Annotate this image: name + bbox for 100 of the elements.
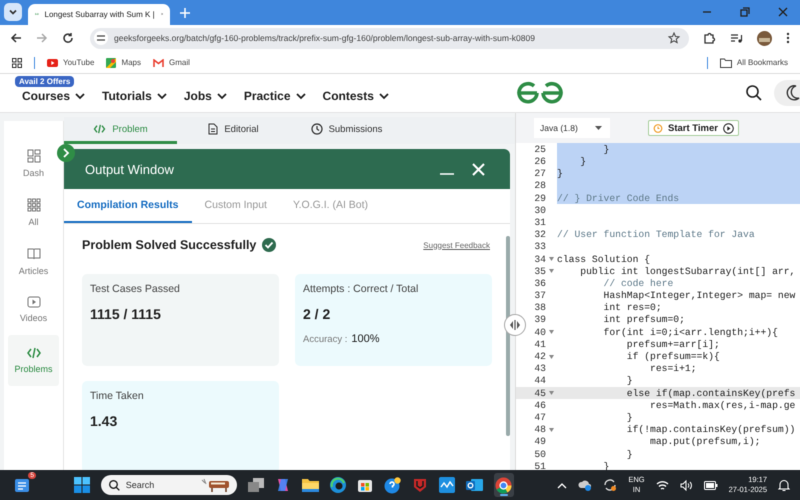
line-number: 33 bbox=[533, 241, 546, 252]
reload-icon[interactable] bbox=[62, 32, 74, 44]
line-number: 32 bbox=[533, 229, 546, 240]
code-line: map.put(prefsum,i); bbox=[649, 436, 762, 448]
fold-arrow-icon[interactable] bbox=[549, 257, 554, 261]
start-timer-button[interactable]: Start Timer bbox=[648, 120, 739, 136]
code-icon bbox=[93, 124, 106, 134]
cloud-icon[interactable] bbox=[578, 479, 592, 492]
restore-icon[interactable] bbox=[740, 6, 750, 17]
bookmark-link[interactable]: Maps bbox=[106, 58, 141, 68]
problem-tab[interactable]: Submissions bbox=[290, 117, 403, 144]
code-line: int res=0; bbox=[602, 302, 663, 314]
sidebar-item[interactable]: Videos bbox=[8, 288, 59, 332]
play-icon bbox=[722, 122, 734, 134]
stat-label: Accuracy : bbox=[303, 334, 348, 346]
line-number: 30 bbox=[533, 204, 546, 216]
fold-arrow-icon[interactable] bbox=[549, 269, 554, 274]
store-icon[interactable] bbox=[356, 477, 373, 494]
fold-arrow-icon[interactable] bbox=[549, 330, 554, 334]
line-number: 45 bbox=[533, 388, 546, 399]
language-dropdown[interactable]: Java (1.8) bbox=[534, 118, 610, 138]
check-circle-icon bbox=[262, 238, 276, 252]
wifi-icon[interactable] bbox=[656, 480, 669, 491]
line-number: 51 bbox=[533, 460, 546, 470]
edge-browser-icon[interactable] bbox=[330, 477, 346, 494]
code-line: } bbox=[626, 411, 634, 424]
notification-bell-icon[interactable] bbox=[778, 478, 790, 492]
stat-label: Attempts : Correct / Total bbox=[303, 283, 418, 296]
nav-menu-item[interactable]: Courses bbox=[22, 89, 86, 104]
close-icon[interactable] bbox=[778, 6, 788, 17]
offer-badge[interactable]: Avail 2 Offers bbox=[15, 76, 74, 88]
line-number: 36 bbox=[533, 278, 546, 289]
line-number: 42 bbox=[533, 351, 546, 362]
sidebar-item[interactable]: Articles bbox=[8, 239, 59, 284]
line-number: 26 bbox=[533, 156, 546, 167]
problem-tab[interactable]: Problem bbox=[64, 117, 177, 144]
theme-toggle[interactable] bbox=[774, 80, 800, 106]
search-field[interactable]: Search bbox=[100, 475, 237, 496]
sidebar-item[interactable]: All bbox=[8, 190, 59, 236]
fold-arrow-icon[interactable] bbox=[549, 428, 554, 432]
chevron-down-icon bbox=[216, 92, 227, 100]
status-message: Problem Solved Successfully bbox=[82, 238, 256, 252]
widgets-icon[interactable] bbox=[14, 477, 30, 494]
nav-menu-item[interactable]: Practice bbox=[244, 89, 306, 104]
sync-icon[interactable] bbox=[603, 478, 618, 492]
line-number: 39 bbox=[533, 314, 546, 326]
grid-icon bbox=[26, 198, 40, 212]
all-bookmarks-link[interactable]: All Bookmarks bbox=[720, 58, 788, 68]
output-tab[interactable]: Compilation Results bbox=[64, 189, 192, 224]
nav-menu-item[interactable]: Tutorials bbox=[102, 89, 167, 104]
task-view-icon[interactable] bbox=[248, 478, 264, 492]
folder-icon[interactable] bbox=[302, 478, 319, 492]
nav-menu-item[interactable]: Contests bbox=[322, 89, 389, 104]
apps-grid-icon[interactable] bbox=[12, 58, 22, 68]
sidebar-item[interactable]: Problems bbox=[8, 335, 59, 386]
problem-tab[interactable]: Editorial bbox=[177, 117, 290, 144]
profile-avatar-icon[interactable] bbox=[757, 30, 772, 46]
bookmark-link[interactable]: YouTube bbox=[47, 58, 94, 68]
line-number: 34 bbox=[533, 254, 546, 264]
book-icon bbox=[26, 247, 40, 262]
search-icon[interactable] bbox=[746, 85, 762, 102]
stat-label: Test Cases Passed bbox=[90, 283, 180, 296]
line-number: 49 bbox=[533, 436, 546, 448]
site-logo-icon[interactable] bbox=[516, 81, 564, 106]
dropdown-arrow-icon bbox=[595, 126, 602, 130]
speaker-icon[interactable] bbox=[680, 480, 693, 491]
extensions-icon[interactable] bbox=[703, 32, 716, 45]
chevron-up-icon[interactable] bbox=[557, 482, 568, 489]
sidebar-item[interactable]: Dash bbox=[8, 141, 59, 186]
new-tab-icon[interactable] bbox=[180, 8, 190, 18]
shield-icon[interactable] bbox=[412, 477, 428, 494]
star-icon[interactable] bbox=[668, 32, 680, 44]
scrollbar[interactable] bbox=[506, 236, 510, 436]
feedback-link[interactable]: Suggest Feedback bbox=[423, 240, 490, 250]
resize-arrows-icon bbox=[509, 320, 521, 330]
fold-arrow-icon[interactable] bbox=[549, 354, 554, 358]
clock-icon bbox=[310, 123, 323, 136]
battery-icon[interactable] bbox=[704, 480, 718, 490]
stat-label: Time Taken bbox=[90, 390, 144, 402]
back-icon[interactable] bbox=[10, 32, 22, 44]
map-pin-icon bbox=[106, 58, 116, 68]
line-number: 44 bbox=[533, 375, 546, 386]
help-icon[interactable] bbox=[384, 476, 401, 494]
media-icon[interactable] bbox=[730, 32, 743, 45]
app-icon[interactable] bbox=[438, 477, 455, 494]
window-title: Output Window bbox=[85, 162, 175, 177]
code-line: res=i+1; bbox=[649, 362, 698, 375]
tab-search-button[interactable] bbox=[4, 2, 22, 21]
chrome-browser-icon[interactable] bbox=[494, 473, 514, 498]
bookmark-link[interactable]: Gmail bbox=[153, 58, 190, 68]
fold-arrow-icon[interactable] bbox=[549, 391, 554, 396]
outlook-icon[interactable] bbox=[466, 477, 483, 494]
nav-menu-item[interactable]: Jobs bbox=[184, 89, 227, 104]
code-line: else if(map.containsKey(prefs bbox=[626, 386, 796, 400]
more-icon[interactable] bbox=[786, 32, 790, 44]
windows-start-icon[interactable] bbox=[74, 477, 90, 494]
site-settings-icon[interactable] bbox=[94, 31, 108, 46]
browser-tab[interactable]: Longest Subarray with Sum K | bbox=[28, 4, 170, 25]
code-line: res=Math.max(res,i-map.ge bbox=[649, 399, 796, 412]
address-bar[interactable]: geeksforgeeks.org/batch/gfg-160-problems/track/prefix-sum-gfg-160/problem/longest-sub-array-with-sum-k0809 bbox=[90, 28, 689, 49]
